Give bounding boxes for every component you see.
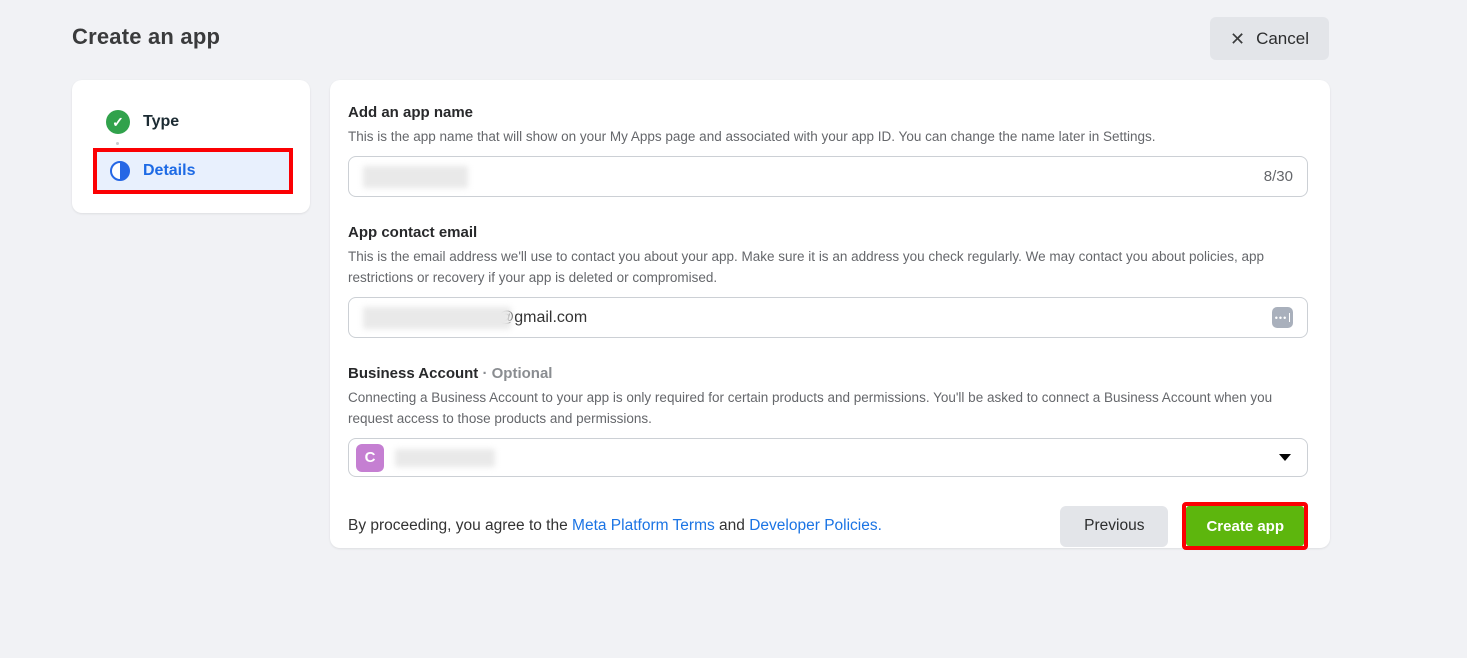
- autofill-dots: •••: [1275, 313, 1287, 323]
- check-circle-icon: ✓: [106, 110, 130, 134]
- stepper-card: ✓ Type Details: [72, 80, 310, 213]
- char-counter: 8/30: [1264, 168, 1293, 185]
- business-account-label-text: Business Account: [348, 365, 478, 382]
- app-name-input[interactable]: 8/30: [348, 156, 1308, 197]
- business-account-redacted-name: [395, 449, 495, 467]
- step-type-label: Type: [143, 113, 179, 131]
- app-name-description: This is the app name that will show on y…: [348, 126, 1288, 147]
- create-app-button[interactable]: Create app: [1186, 506, 1304, 546]
- form-footer: By proceeding, you agree to the Meta Pla…: [348, 502, 1308, 550]
- terms-prefix: By proceeding, you agree to the: [348, 517, 572, 534]
- app-name-field-group: Add an app name This is the app name tha…: [348, 104, 1310, 197]
- create-app-annotation-box: Create app: [1182, 502, 1308, 550]
- business-account-avatar: C: [356, 444, 384, 472]
- contact-email-input[interactable]: @gmail.com •••: [348, 297, 1308, 338]
- stepper-step-type[interactable]: ✓ Type: [106, 110, 179, 134]
- page-title: Create an app: [72, 24, 220, 50]
- close-icon: ✕: [1230, 30, 1245, 48]
- contact-email-label: App contact email: [348, 224, 1310, 242]
- developer-policies-link[interactable]: Developer Policies.: [749, 517, 882, 534]
- cancel-button-label: Cancel: [1256, 29, 1309, 49]
- contact-email-description: This is the email address we'll use to c…: [348, 246, 1288, 288]
- business-account-description: Connecting a Business Account to your ap…: [348, 387, 1288, 429]
- business-account-label: Business Account · Optional: [348, 365, 1310, 383]
- meta-platform-terms-link[interactable]: Meta Platform Terms: [572, 517, 715, 534]
- app-name-redacted-value: [363, 166, 468, 188]
- business-account-field-group: Business Account · Optional Connecting a…: [348, 365, 1310, 477]
- details-step-annotation-box: Details: [93, 148, 293, 194]
- step-details-label: Details: [143, 162, 195, 180]
- email-redacted-value: [363, 307, 511, 329]
- create-app-page: Create an app ✕ Cancel ✓ Type Details Ad…: [0, 0, 1467, 658]
- check-glyph: ✓: [112, 114, 124, 131]
- contact-email-field-group: App contact email This is the email addr…: [348, 224, 1310, 338]
- details-form-card: Add an app name This is the app name tha…: [330, 80, 1330, 548]
- app-name-label: Add an app name: [348, 104, 1310, 122]
- previous-button[interactable]: Previous: [1060, 506, 1168, 547]
- optional-label: · Optional: [478, 365, 552, 382]
- half-circle-progress-icon: [110, 161, 130, 181]
- chevron-down-icon: [1279, 454, 1291, 461]
- stepper-step-details[interactable]: Details: [97, 152, 289, 190]
- cancel-button[interactable]: ✕ Cancel: [1210, 17, 1329, 60]
- terms-text: By proceeding, you agree to the Meta Pla…: [348, 517, 882, 535]
- password-manager-autofill-icon[interactable]: •••: [1272, 307, 1293, 328]
- business-account-select[interactable]: C: [348, 438, 1308, 477]
- email-visible-value: @gmail.com: [498, 309, 587, 327]
- terms-middle: and: [715, 517, 749, 534]
